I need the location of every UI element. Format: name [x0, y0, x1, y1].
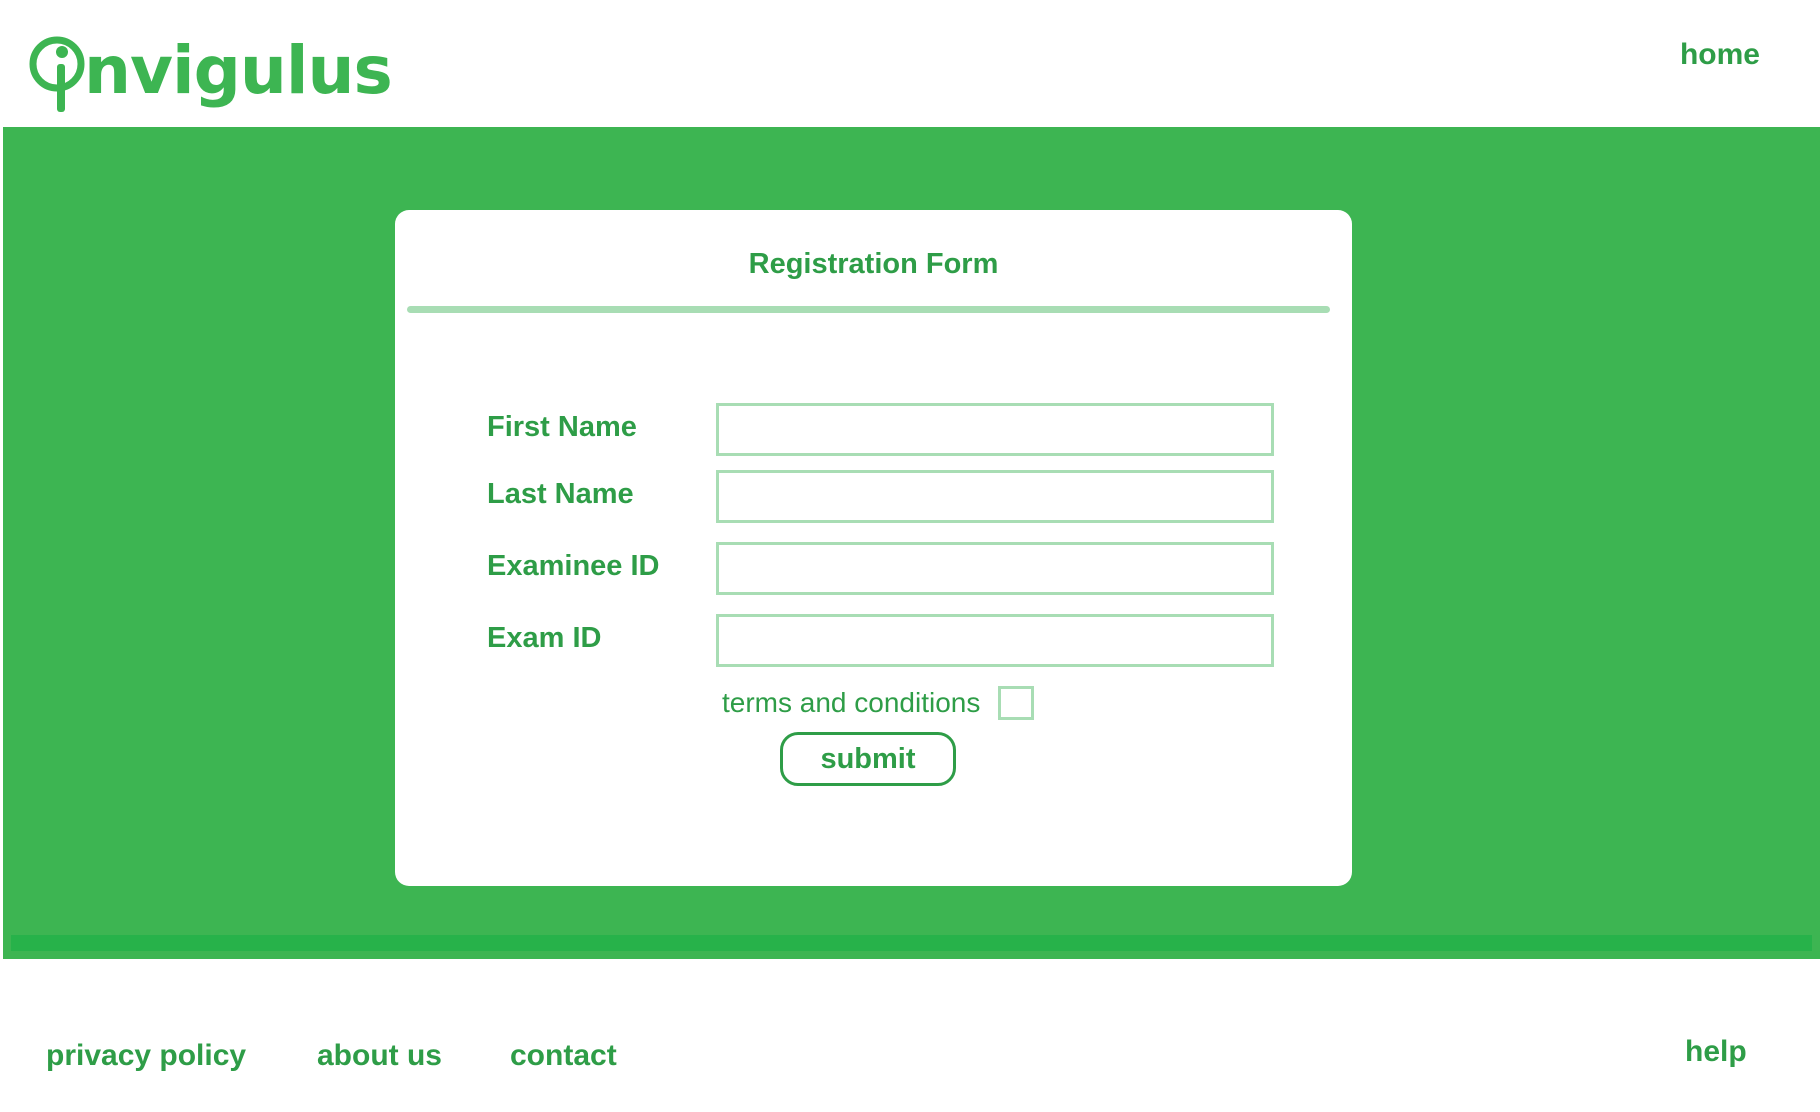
terms-row: terms and conditions: [722, 686, 1035, 720]
form-title: Registration Form: [748, 248, 999, 280]
examinee-id-label: Examinee ID: [487, 550, 660, 582]
first-name-input[interactable]: [716, 403, 1274, 456]
logo-text: nvigulus: [84, 32, 393, 109]
home-link[interactable]: home: [1680, 38, 1760, 72]
help-link[interactable]: help: [1685, 1035, 1747, 1069]
privacy-policy-link[interactable]: privacy policy: [46, 1039, 246, 1073]
logo-i-icon: [29, 36, 85, 112]
title-divider: [407, 306, 1330, 313]
main-band: Registration Form First Name Last Name E…: [3, 127, 1820, 959]
exam-id-row: Exam ID: [395, 614, 1352, 670]
band-bottom-stripe: [11, 935, 1812, 951]
terms-checkbox[interactable]: [998, 686, 1035, 720]
contact-link[interactable]: contact: [510, 1039, 617, 1073]
last-name-row: Last Name: [395, 470, 1352, 526]
registration-card: Registration Form First Name Last Name E…: [395, 210, 1352, 886]
exam-id-label: Exam ID: [487, 622, 602, 654]
page: nvigulus home Registration Form First Na…: [0, 0, 1820, 1112]
submit-button[interactable]: submit: [780, 732, 956, 786]
header: nvigulus home: [0, 0, 1820, 127]
footer: privacy policy about us contact help: [0, 959, 1820, 1112]
terms-label: terms and conditions: [722, 687, 981, 718]
last-name-input[interactable]: [716, 470, 1274, 523]
about-us-link[interactable]: about us: [317, 1039, 442, 1073]
first-name-row: First Name: [395, 403, 1352, 459]
first-name-label: First Name: [487, 411, 637, 443]
exam-id-input[interactable]: [716, 614, 1274, 667]
examinee-id-input[interactable]: [716, 542, 1274, 595]
examinee-id-row: Examinee ID: [395, 542, 1352, 598]
logo[interactable]: nvigulus: [24, 24, 393, 114]
last-name-label: Last Name: [487, 478, 634, 510]
